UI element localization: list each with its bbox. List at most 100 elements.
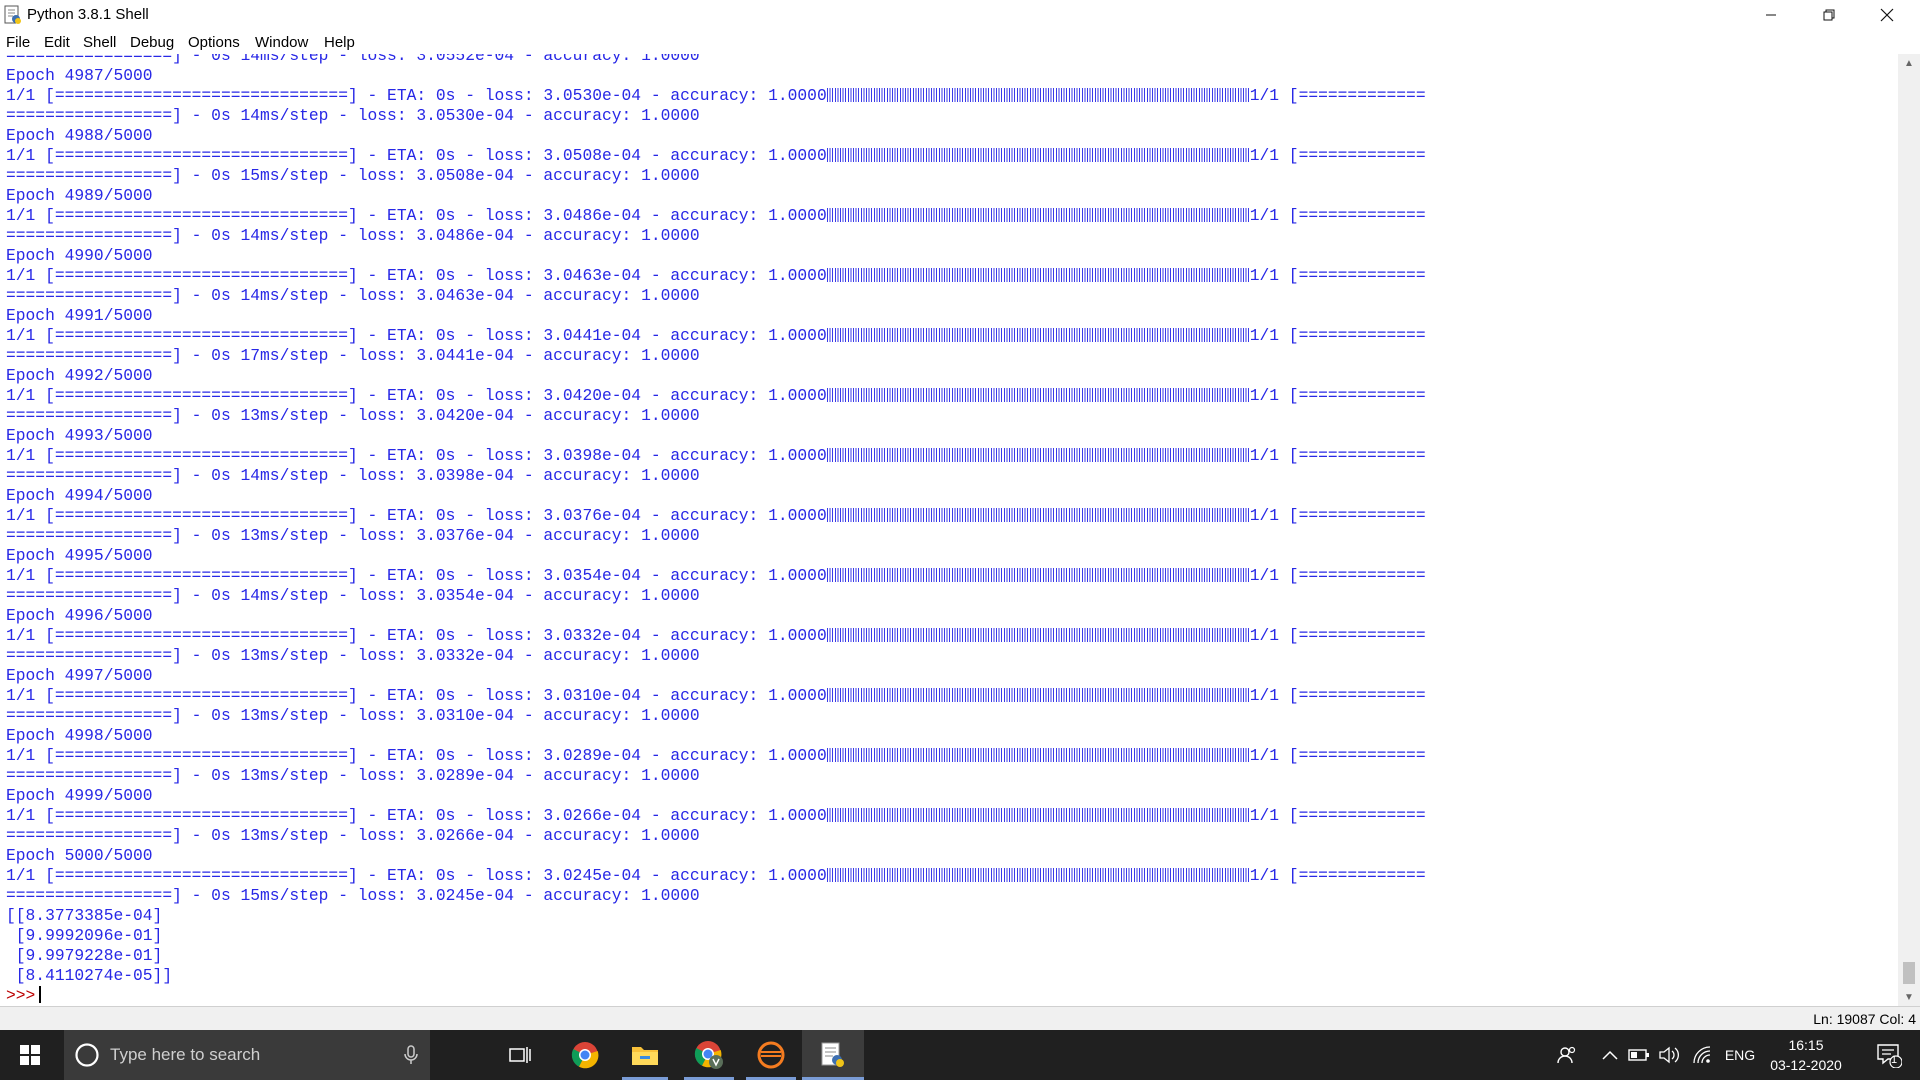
shell-prompt: >>>: [6, 986, 36, 1005]
close-icon: [1880, 8, 1894, 22]
step-line: =================] - 0s 14ms/step - loss…: [6, 286, 700, 305]
progress-tail-text: 1/1 [=============: [1249, 206, 1426, 225]
eta-text: 1/1 [==============================] - E…: [6, 386, 827, 405]
task-view-button[interactable]: [498, 1030, 542, 1080]
progress-tail-text: 1/1 [=============: [1249, 506, 1426, 525]
notification-icon: [1877, 1044, 1902, 1068]
status-bar: Ln: 19087 Col: 4: [0, 1007, 1920, 1030]
eta-text: 1/1 [==============================] - E…: [6, 866, 827, 885]
eta-text: 1/1 [==============================] - E…: [6, 446, 827, 465]
step-line: =================] - 0s 14ms/step - loss…: [6, 466, 700, 485]
progress-tail-text: 1/1 [=============: [1249, 806, 1426, 825]
chrome-profile-icon: [694, 1041, 723, 1069]
eta-text: 1/1 [==============================] - E…: [6, 266, 827, 285]
battery-button[interactable]: [1626, 1030, 1652, 1080]
menu-file[interactable]: File: [6, 34, 30, 51]
backspace-glyphs: [826, 748, 1250, 762]
vertical-scrollbar[interactable]: ▲ ▼: [1898, 54, 1920, 1006]
shell-output-area[interactable]: =================] - 0s 14ms/step - loss…: [0, 54, 1898, 1006]
clock-button[interactable]: 16:15 03-12-2020: [1764, 1030, 1848, 1080]
close-button[interactable]: [1858, 0, 1916, 30]
backspace-glyphs: [826, 388, 1250, 402]
menu-debug[interactable]: Debug: [130, 34, 174, 51]
network-button[interactable]: [1688, 1030, 1716, 1080]
epoch-line: Epoch 4996/5000: [6, 606, 153, 625]
step-line: =================] - 0s 15ms/step - loss…: [6, 166, 700, 185]
step-line: =================] - 0s 17ms/step - loss…: [6, 346, 700, 365]
prediction-output: [9.9979228e-01]: [6, 946, 163, 965]
eta-text: 1/1 [==============================] - E…: [6, 686, 827, 705]
step-line: =================] - 0s 13ms/step - loss…: [6, 526, 700, 545]
eta-text: 1/1 [==============================] - E…: [6, 566, 827, 585]
restore-button[interactable]: [1800, 0, 1858, 30]
cortana-circle-icon: [75, 1043, 99, 1067]
eta-text: 1/1 [==============================] - E…: [6, 626, 827, 645]
folder-icon: [632, 1047, 658, 1065]
title-bar: Python 3.8.1 Shell: [0, 0, 1920, 30]
progress-line: 1/1 [==============================] - E…: [6, 146, 1426, 166]
backspace-glyphs: [826, 88, 1250, 102]
progress-tail-text: 1/1 [=============: [1249, 266, 1426, 285]
menu-options[interactable]: Options: [188, 34, 240, 51]
output-line: =================] - 0s 14ms/step - loss…: [6, 54, 700, 65]
eclipse-taskbar-button[interactable]: [746, 1030, 796, 1080]
eta-text: 1/1 [==============================] - E…: [6, 746, 827, 765]
people-button[interactable]: [1552, 1030, 1582, 1080]
file-explorer-taskbar-button[interactable]: [622, 1030, 668, 1080]
eta-text: 1/1 [==============================] - E…: [6, 806, 827, 825]
start-button[interactable]: [0, 1030, 60, 1080]
progress-line: 1/1 [==============================] - E…: [6, 746, 1426, 766]
battery-icon: [1628, 1049, 1649, 1061]
step-line: =================] - 0s 13ms/step - loss…: [6, 826, 700, 845]
shell-prompt-line[interactable]: >>>: [6, 986, 1426, 1006]
microphone-icon[interactable]: [404, 1045, 418, 1065]
chevron-up-icon: [1602, 1050, 1618, 1060]
epoch-line: Epoch 4994/5000: [6, 486, 153, 505]
python-idle-taskbar-button[interactable]: [802, 1030, 864, 1080]
epoch-line: Epoch 5000/5000: [6, 846, 153, 865]
prediction-output: [[8.3773385e-04]: [6, 906, 163, 925]
scroll-up-arrow-icon[interactable]: ▲: [1898, 54, 1920, 72]
step-line: =================] - 0s 13ms/step - loss…: [6, 766, 700, 785]
progress-line: 1/1 [==============================] - E…: [6, 506, 1426, 526]
step-line: =================] - 0s 13ms/step - loss…: [6, 406, 700, 425]
action-center-button[interactable]: 1: [1864, 1030, 1914, 1080]
epoch-line: Epoch 4993/5000: [6, 426, 153, 445]
backspace-glyphs: [826, 148, 1250, 162]
scroll-down-arrow-icon[interactable]: ▼: [1898, 988, 1920, 1006]
step-line: =================] - 0s 13ms/step - loss…: [6, 706, 700, 725]
windows-taskbar: Type here to search ENG 16:15 03-12-2020…: [0, 1030, 1920, 1080]
eclipse-icon: [757, 1041, 785, 1069]
progress-tail-text: 1/1 [=============: [1249, 326, 1426, 345]
menu-shell[interactable]: Shell: [83, 34, 116, 51]
chrome-profile-taskbar-button[interactable]: [684, 1030, 734, 1080]
progress-line: 1/1 [==============================] - E…: [6, 446, 1426, 466]
taskbar-search-box[interactable]: Type here to search: [64, 1030, 430, 1080]
progress-tail-text: 1/1 [=============: [1249, 626, 1426, 645]
backspace-glyphs: [826, 448, 1250, 462]
epoch-line: Epoch 4991/5000: [6, 306, 153, 325]
text-cursor: [39, 986, 42, 1003]
epoch-line: Epoch 4997/5000: [6, 666, 153, 685]
input-language-button[interactable]: ENG: [1722, 1030, 1758, 1080]
step-line: =================] - 0s 14ms/step - loss…: [6, 586, 700, 605]
menu-help[interactable]: Help: [324, 34, 355, 51]
epoch-line: Epoch 4990/5000: [6, 246, 153, 265]
minimize-button[interactable]: [1742, 0, 1800, 30]
clock-time: 16:15: [1788, 1037, 1824, 1053]
chrome-taskbar-button[interactable]: [560, 1030, 610, 1080]
progress-line: 1/1 [==============================] - E…: [6, 626, 1426, 646]
show-hidden-icons-button[interactable]: [1596, 1030, 1624, 1080]
backspace-glyphs: [826, 568, 1250, 582]
progress-tail-text: 1/1 [=============: [1249, 86, 1426, 105]
scrollbar-thumb[interactable]: [1903, 962, 1915, 984]
epoch-line: Epoch 4987/5000: [6, 66, 153, 85]
epoch-line: Epoch 4999/5000: [6, 786, 153, 805]
progress-line: 1/1 [==============================] - E…: [6, 326, 1426, 346]
menu-window[interactable]: Window: [255, 34, 308, 51]
epoch-line: Epoch 4989/5000: [6, 186, 153, 205]
menu-edit[interactable]: Edit: [44, 34, 70, 51]
backspace-glyphs: [826, 508, 1250, 522]
volume-button[interactable]: [1654, 1030, 1684, 1080]
step-line: =================] - 0s 13ms/step - loss…: [6, 646, 700, 665]
